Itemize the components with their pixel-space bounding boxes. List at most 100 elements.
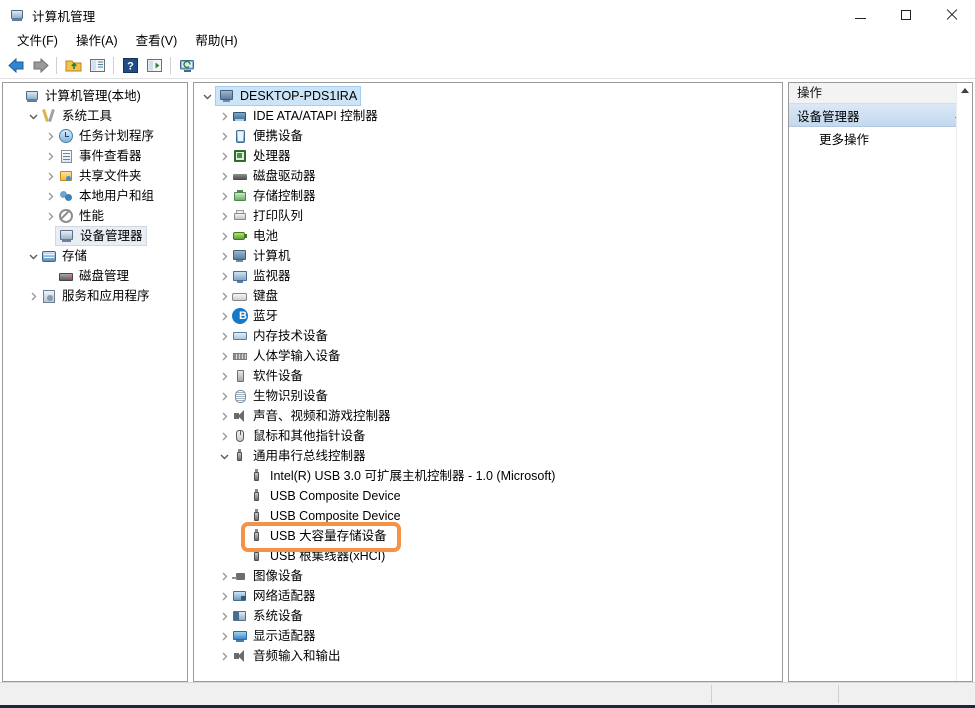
- device-node-storage-controllers[interactable]: 存储控制器: [194, 186, 782, 206]
- device-node-bluetooth[interactable]: B 蓝牙: [194, 306, 782, 326]
- tree-row-label: 显示适配器: [253, 629, 316, 643]
- chevron-right-icon[interactable]: [217, 346, 232, 366]
- chevron-right-icon[interactable]: [217, 586, 232, 606]
- sidebar-item-local-users-groups[interactable]: 本地用户和组: [3, 186, 187, 206]
- chevron-right-icon[interactable]: [217, 406, 232, 426]
- chevron-down-icon[interactable]: [26, 106, 41, 126]
- chevron-right-icon[interactable]: [43, 146, 58, 166]
- device-node-monitors[interactable]: 监视器: [194, 266, 782, 286]
- chevron-right-icon[interactable]: [217, 366, 232, 386]
- menu-help[interactable]: 帮助(H): [186, 31, 246, 51]
- hid-icon: [232, 348, 248, 364]
- chevron-right-icon[interactable]: [43, 126, 58, 146]
- up-one-level-button[interactable]: [61, 54, 85, 76]
- sidebar-item-task-scheduler[interactable]: 任务计划程序: [3, 126, 187, 146]
- help-button[interactable]: ?: [118, 54, 142, 76]
- monitor-icon: [232, 268, 248, 284]
- scan-hardware-changes-button[interactable]: [175, 54, 199, 76]
- device-node-print-queues[interactable]: 打印队列: [194, 206, 782, 226]
- portable-device-icon: [232, 128, 248, 144]
- device-node-mice[interactable]: 鼠标和其他指针设备: [194, 426, 782, 446]
- device-node-batteries[interactable]: 电池: [194, 226, 782, 246]
- sidebar-item-computer-management[interactable]: 计算机管理(本地): [3, 86, 187, 106]
- chevron-right-icon[interactable]: [217, 226, 232, 246]
- chevron-right-icon[interactable]: [217, 266, 232, 286]
- actions-group-device-manager[interactable]: 设备管理器: [789, 104, 972, 127]
- device-node-biometric[interactable]: 生物识别设备: [194, 386, 782, 406]
- device-node-audio-inputs-outputs[interactable]: 音频输入和输出: [194, 646, 782, 666]
- chevron-right-icon[interactable]: [43, 186, 58, 206]
- tree-row-content: 声音、视频和游戏控制器: [232, 407, 391, 425]
- sidebar-item-event-viewer[interactable]: 事件查看器: [3, 146, 187, 166]
- chevron-right-icon[interactable]: [43, 166, 58, 186]
- sidebar-item-system-tools[interactable]: 系统工具: [3, 106, 187, 126]
- chevron-down-icon[interactable]: [217, 446, 232, 466]
- usb-icon: [232, 448, 248, 464]
- device-leaf-usb-composite-1[interactable]: USB Composite Device: [194, 486, 782, 506]
- device-node-network-adapters[interactable]: 网络适配器: [194, 586, 782, 606]
- menu-action[interactable]: 操作(A): [67, 31, 127, 51]
- chevron-right-icon[interactable]: [217, 146, 232, 166]
- device-node-portable-devices[interactable]: 便携设备: [194, 126, 782, 146]
- chevron-right-icon[interactable]: [217, 606, 232, 626]
- event-viewer-icon: [58, 148, 74, 164]
- minimize-button[interactable]: [837, 0, 883, 30]
- device-node-computer[interactable]: 计算机: [194, 246, 782, 266]
- device-node-processors[interactable]: 处理器: [194, 146, 782, 166]
- properties-button[interactable]: [142, 54, 166, 76]
- sidebar-item-device-manager[interactable]: 设备管理器: [3, 226, 187, 246]
- device-node-system-devices[interactable]: 系统设备: [194, 606, 782, 626]
- device-node-memory-technology[interactable]: 内存技术设备: [194, 326, 782, 346]
- question-mark-icon: ?: [122, 57, 138, 73]
- chevron-right-icon[interactable]: [43, 206, 58, 226]
- device-node-hid[interactable]: 人体学输入设备: [194, 346, 782, 366]
- chevron-right-icon[interactable]: [217, 646, 232, 666]
- menu-view[interactable]: 查看(V): [127, 31, 187, 51]
- show-hide-tree-button[interactable]: [85, 54, 109, 76]
- chevron-right-icon[interactable]: [217, 566, 232, 586]
- menu-file[interactable]: 文件(F): [8, 31, 67, 51]
- sidebar-item-storage[interactable]: 存储: [3, 246, 187, 266]
- sidebar-item-performance[interactable]: 性能: [3, 206, 187, 226]
- device-leaf-usb-composite-2[interactable]: USB Composite Device: [194, 506, 782, 526]
- chevron-right-icon[interactable]: [217, 326, 232, 346]
- sidebar-item-shared-folders[interactable]: 共享文件夹: [3, 166, 187, 186]
- chevron-right-icon[interactable]: [217, 286, 232, 306]
- device-leaf-usb-mass-storage[interactable]: USB 大容量存储设备: [194, 526, 782, 546]
- chevron-right-icon[interactable]: [217, 206, 232, 226]
- forward-button[interactable]: [28, 54, 52, 76]
- device-node-imaging-devices[interactable]: 图像设备: [194, 566, 782, 586]
- chevron-right-icon[interactable]: [217, 426, 232, 446]
- device-node-ide-controllers[interactable]: IDE ATA/ATAPI 控制器: [194, 106, 782, 126]
- chevron-right-icon[interactable]: [26, 286, 41, 306]
- svg-text:?: ?: [127, 60, 134, 72]
- device-node-usb-controllers[interactable]: 通用串行总线控制器: [194, 446, 782, 466]
- sidebar-item-services-apps[interactable]: 服务和应用程序: [3, 286, 187, 306]
- chevron-right-icon[interactable]: [217, 386, 232, 406]
- chevron-right-icon[interactable]: [217, 186, 232, 206]
- sidebar-item-disk-management[interactable]: 磁盘管理: [3, 266, 187, 286]
- chevron-down-icon[interactable]: [200, 86, 215, 106]
- device-leaf-usb-root-hub-xhci[interactable]: USB 根集线器(xHCI): [194, 546, 782, 566]
- chevron-right-icon[interactable]: [217, 306, 232, 326]
- chevron-right-icon[interactable]: [217, 166, 232, 186]
- back-button[interactable]: [4, 54, 28, 76]
- chevron-down-icon[interactable]: [26, 246, 41, 266]
- device-node-software-devices[interactable]: 软件设备: [194, 366, 782, 386]
- chevron-right-icon[interactable]: [217, 106, 232, 126]
- device-node-display-adapters[interactable]: 显示适配器: [194, 626, 782, 646]
- actions-pane-scrollbar[interactable]: [956, 83, 972, 681]
- chevron-right-icon[interactable]: [217, 126, 232, 146]
- chevron-right-icon[interactable]: [217, 626, 232, 646]
- maximize-button[interactable]: [883, 0, 929, 30]
- tree-row-label: 系统工具: [62, 109, 113, 123]
- chevron-right-icon[interactable]: [217, 246, 232, 266]
- device-tree-root[interactable]: DESKTOP-PDS1IRA: [194, 86, 782, 106]
- device-node-keyboards[interactable]: 键盘: [194, 286, 782, 306]
- device-leaf-intel-usb3-xhci[interactable]: Intel(R) USB 3.0 可扩展主机控制器 - 1.0 (Microso…: [194, 466, 782, 486]
- close-button[interactable]: [929, 0, 975, 30]
- scroll-up-button[interactable]: [957, 83, 972, 98]
- device-node-sound-video-game[interactable]: 声音、视频和游戏控制器: [194, 406, 782, 426]
- action-more-actions[interactable]: 更多操作: [789, 127, 972, 149]
- device-node-disk-drives[interactable]: 磁盘驱动器: [194, 166, 782, 186]
